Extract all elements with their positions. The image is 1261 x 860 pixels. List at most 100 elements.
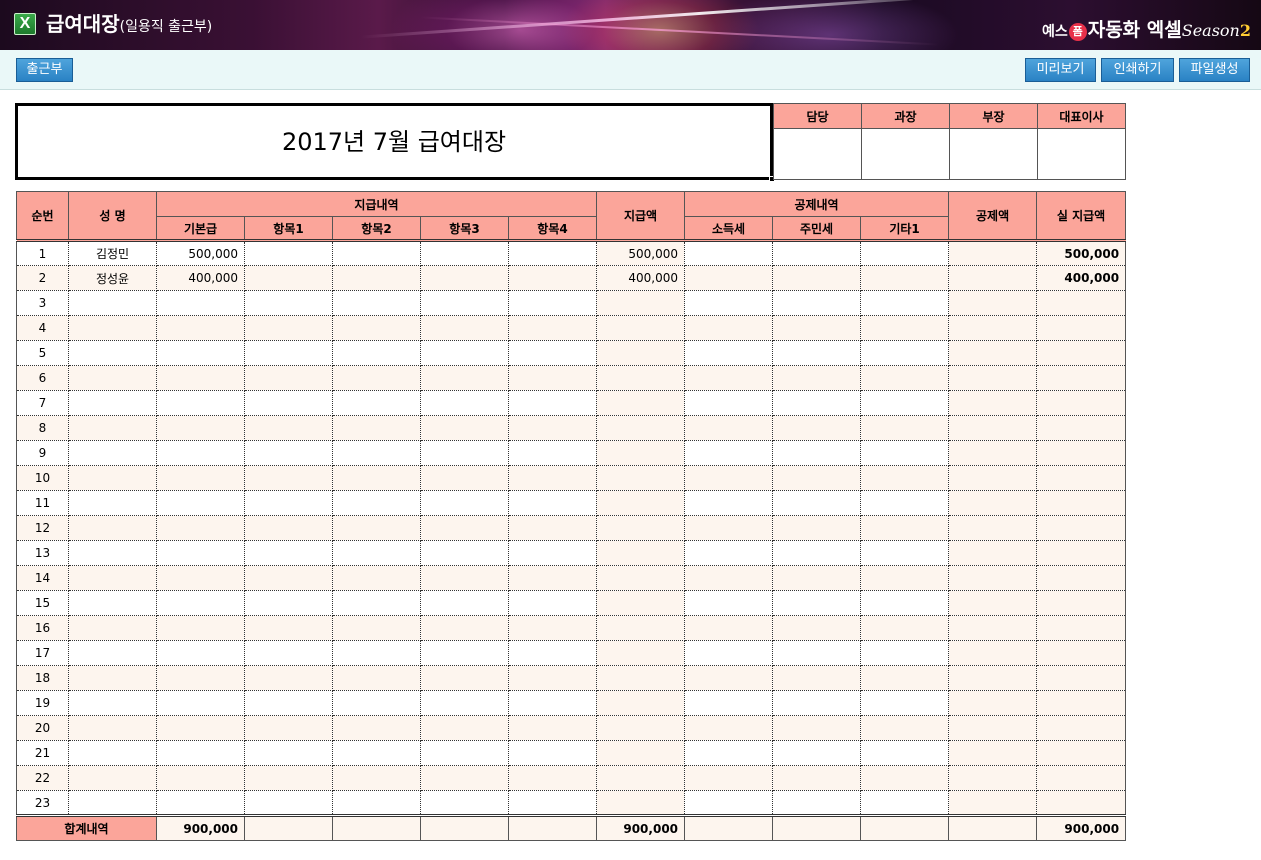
cell-income-tax[interactable] bbox=[684, 315, 774, 341]
totals-base-pay[interactable]: 900,000 bbox=[156, 814, 245, 841]
cell-base-pay[interactable] bbox=[156, 665, 245, 691]
cell-item1[interactable] bbox=[244, 790, 333, 816]
cell-resident-tax[interactable] bbox=[772, 640, 862, 666]
cell-resident-tax[interactable] bbox=[772, 365, 862, 391]
cell-income-tax[interactable] bbox=[684, 665, 774, 691]
cell-net-pay[interactable] bbox=[1036, 340, 1127, 366]
cell-resident-tax[interactable] bbox=[772, 615, 862, 641]
cell-other1[interactable] bbox=[860, 740, 950, 766]
cell-item3[interactable] bbox=[420, 790, 509, 816]
cell-item3[interactable] bbox=[420, 365, 509, 391]
cell-no[interactable]: 3 bbox=[16, 290, 69, 316]
cell-income-tax[interactable] bbox=[684, 415, 774, 441]
cell-other1[interactable] bbox=[860, 340, 950, 366]
cell-income-tax[interactable] bbox=[684, 790, 774, 816]
cell-item1[interactable] bbox=[244, 715, 333, 741]
cell-item1[interactable] bbox=[244, 515, 333, 541]
cell-resident-tax[interactable] bbox=[772, 690, 862, 716]
cell-item2[interactable] bbox=[332, 590, 421, 616]
cell-item4[interactable] bbox=[508, 365, 598, 391]
attendance-button[interactable]: 출근부 bbox=[16, 58, 73, 82]
cell-payment-amount[interactable] bbox=[596, 565, 686, 591]
cell-item3[interactable] bbox=[420, 490, 509, 516]
cell-item2[interactable] bbox=[332, 765, 421, 791]
cell-no[interactable]: 9 bbox=[16, 440, 69, 466]
cell-item1[interactable] bbox=[244, 540, 333, 566]
cell-resident-tax[interactable] bbox=[772, 465, 862, 491]
cell-base-pay[interactable] bbox=[156, 290, 245, 316]
cell-other1[interactable] bbox=[860, 265, 950, 291]
cell-item2[interactable] bbox=[332, 565, 421, 591]
cell-name[interactable] bbox=[68, 340, 157, 366]
cell-other1[interactable] bbox=[860, 590, 950, 616]
cell-payment-amount[interactable] bbox=[596, 590, 686, 616]
totals-net-pay[interactable]: 900,000 bbox=[1036, 814, 1127, 841]
cell-base-pay[interactable] bbox=[156, 515, 245, 541]
cell-item2[interactable] bbox=[332, 715, 421, 741]
cell-other1[interactable] bbox=[860, 390, 950, 416]
cell-item4[interactable] bbox=[508, 315, 598, 341]
cell-resident-tax[interactable] bbox=[772, 440, 862, 466]
cell-no[interactable]: 2 bbox=[16, 265, 69, 291]
cell-item1[interactable] bbox=[244, 415, 333, 441]
cell-payment-amount[interactable] bbox=[596, 315, 686, 341]
cell-item2[interactable] bbox=[332, 615, 421, 641]
cell-income-tax[interactable] bbox=[684, 390, 774, 416]
cell-net-pay[interactable] bbox=[1036, 515, 1127, 541]
cell-payment-amount[interactable] bbox=[596, 440, 686, 466]
totals-deduction-amount[interactable] bbox=[948, 814, 1038, 841]
cell-deduction-amount[interactable] bbox=[948, 240, 1038, 266]
cell-item3[interactable] bbox=[420, 765, 509, 791]
cell-base-pay[interactable] bbox=[156, 315, 245, 341]
cell-payment-amount[interactable] bbox=[596, 640, 686, 666]
cell-item4[interactable] bbox=[508, 765, 598, 791]
cell-name[interactable] bbox=[68, 540, 157, 566]
cell-item4[interactable] bbox=[508, 540, 598, 566]
cell-no[interactable]: 14 bbox=[16, 565, 69, 591]
cell-income-tax[interactable] bbox=[684, 465, 774, 491]
approval-sign-cell[interactable] bbox=[861, 128, 950, 180]
totals-resident-tax[interactable] bbox=[772, 814, 862, 841]
cell-name[interactable] bbox=[68, 290, 157, 316]
cell-base-pay[interactable] bbox=[156, 765, 245, 791]
cell-item2[interactable] bbox=[332, 265, 421, 291]
cell-item4[interactable] bbox=[508, 390, 598, 416]
cell-deduction-amount[interactable] bbox=[948, 690, 1038, 716]
cell-item2[interactable] bbox=[332, 415, 421, 441]
cell-net-pay[interactable] bbox=[1036, 465, 1127, 491]
cell-item4[interactable] bbox=[508, 615, 598, 641]
cell-item3[interactable] bbox=[420, 715, 509, 741]
cell-item1[interactable] bbox=[244, 465, 333, 491]
cell-name[interactable] bbox=[68, 315, 157, 341]
cell-resident-tax[interactable] bbox=[772, 240, 862, 266]
cell-resident-tax[interactable] bbox=[772, 540, 862, 566]
cell-net-pay[interactable] bbox=[1036, 765, 1127, 791]
cell-item1[interactable] bbox=[244, 740, 333, 766]
cell-deduction-amount[interactable] bbox=[948, 765, 1038, 791]
document-title-box[interactable]: 2017년 7월 급여대장 bbox=[15, 103, 775, 182]
cell-deduction-amount[interactable] bbox=[948, 390, 1038, 416]
cell-deduction-amount[interactable] bbox=[948, 640, 1038, 666]
cell-resident-tax[interactable] bbox=[772, 315, 862, 341]
cell-deduction-amount[interactable] bbox=[948, 440, 1038, 466]
cell-income-tax[interactable] bbox=[684, 540, 774, 566]
cell-item2[interactable] bbox=[332, 640, 421, 666]
cell-no[interactable]: 4 bbox=[16, 315, 69, 341]
approval-sign-cell[interactable] bbox=[1037, 128, 1126, 180]
cell-name[interactable] bbox=[68, 790, 157, 816]
cell-deduction-amount[interactable] bbox=[948, 265, 1038, 291]
cell-no[interactable]: 12 bbox=[16, 515, 69, 541]
cell-income-tax[interactable] bbox=[684, 615, 774, 641]
cell-item4[interactable] bbox=[508, 740, 598, 766]
cell-payment-amount[interactable] bbox=[596, 540, 686, 566]
cell-deduction-amount[interactable] bbox=[948, 465, 1038, 491]
totals-item1[interactable] bbox=[244, 814, 333, 841]
cell-no[interactable]: 20 bbox=[16, 715, 69, 741]
cell-name[interactable] bbox=[68, 665, 157, 691]
cell-income-tax[interactable] bbox=[684, 690, 774, 716]
cell-other1[interactable] bbox=[860, 290, 950, 316]
cell-base-pay[interactable] bbox=[156, 590, 245, 616]
cell-deduction-amount[interactable] bbox=[948, 515, 1038, 541]
cell-resident-tax[interactable] bbox=[772, 340, 862, 366]
cell-net-pay[interactable] bbox=[1036, 590, 1127, 616]
